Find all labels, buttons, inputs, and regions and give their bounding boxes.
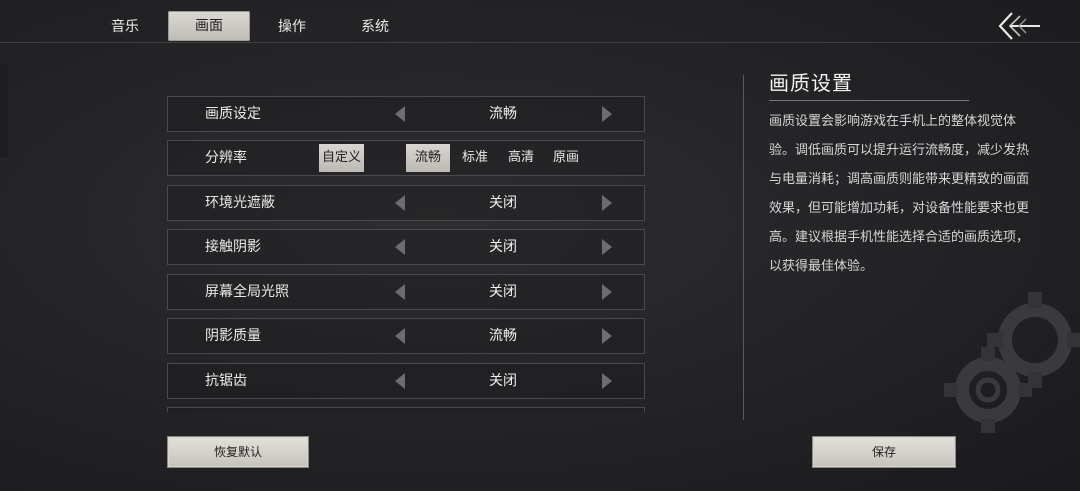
next-arrow-icon[interactable] [602,195,612,211]
setting-label: 环境光遮蔽 [205,195,275,211]
setting-row-quality-preset: 画质设定 流畅 [167,96,645,132]
setting-value: 流畅 [489,106,517,122]
prev-arrow-icon[interactable] [395,106,405,122]
setting-value: 关闭 [489,284,517,300]
setting-value: 关闭 [489,195,517,211]
setting-label: 阴影质量 [205,328,261,344]
next-arrow-icon[interactable] [602,106,612,122]
setting-value: 关闭 [489,239,517,255]
gear-decoration-icon [944,292,1080,433]
setting-label: 抗锯齿 [205,373,247,389]
side-drawer-handle[interactable] [0,64,8,158]
tab-music[interactable]: 音乐 [84,12,166,42]
setting-label: 画质设定 [205,106,261,122]
resolution-option-standard[interactable]: 标准 [455,144,495,172]
tab-graphics[interactable]: 画面 [168,11,250,41]
prev-arrow-icon[interactable] [395,239,405,255]
setting-label: 接触阴影 [205,239,261,255]
setting-row-shadow-quality: 阴影质量 流畅 [167,318,645,354]
setting-value: 流畅 [489,328,517,344]
next-arrow-icon[interactable] [602,328,612,344]
prev-arrow-icon[interactable] [395,328,405,344]
top-tab-bar: 音乐 画面 操作 系统 [0,0,1080,43]
reset-default-button[interactable]: 恢复默认 [167,436,309,468]
prev-arrow-icon[interactable] [395,195,405,211]
info-description: 画质设置会影响游戏在手机上的整体视觉体验。调低画质可以提升运行流畅度，减少发热与… [769,114,1030,274]
next-arrow-icon[interactable] [602,239,612,255]
tab-controls[interactable]: 操作 [251,12,333,42]
setting-row-global-illumination: 屏幕全局光照 关闭 [167,274,645,310]
prev-arrow-icon[interactable] [395,373,405,389]
tab-system[interactable]: 系统 [334,12,416,42]
setting-label: 屏幕全局光照 [205,284,289,300]
resolution-option-hd[interactable]: 高清 [501,144,541,172]
back-arrow-icon[interactable] [996,10,1042,42]
resolution-option-smooth[interactable]: 流畅 [406,144,450,172]
setting-row-resolution: 分辨率 自定义 流畅 标准 高清 原画 [167,140,645,176]
settings-list[interactable]: 画质设定 流畅 分辨率 自定义 流畅 标准 高清 原画 环境光遮蔽 关闭 接触阴… [167,96,645,412]
setting-row-contact-shadow: 接触阴影 关闭 [167,229,645,265]
custom-resolution-button[interactable]: 自定义 [319,144,364,172]
setting-value: 关闭 [489,373,517,389]
prev-arrow-icon[interactable] [395,284,405,300]
setting-row-next-partial [167,407,645,412]
resolution-option-original[interactable]: 原画 [546,144,586,172]
setting-row-anti-aliasing: 抗锯齿 关闭 [167,363,645,399]
next-arrow-icon[interactable] [602,373,612,389]
save-button[interactable]: 保存 [812,436,956,468]
info-title: 画质设置 [769,67,969,101]
next-arrow-icon[interactable] [602,284,612,300]
setting-label: 分辨率 [205,150,247,166]
setting-row-ambient-occlusion: 环境光遮蔽 关闭 [167,185,645,221]
